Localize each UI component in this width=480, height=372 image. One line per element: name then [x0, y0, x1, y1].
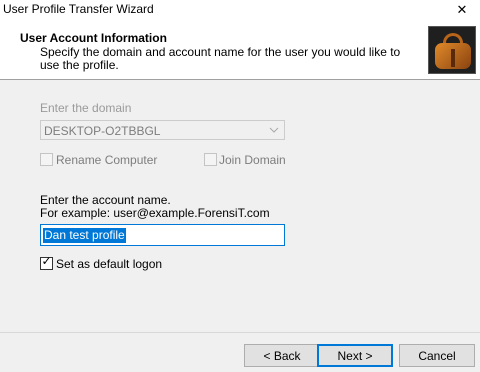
footer-divider — [0, 332, 480, 333]
account-example: For example: user@example.ForensiT.com — [40, 206, 270, 220]
account-label: Enter the account name. — [40, 193, 171, 207]
default-logon-checkbox[interactable]: ✓ — [40, 254, 53, 270]
cancel-button[interactable]: Cancel — [399, 344, 475, 367]
join-domain-checkbox[interactable] — [204, 153, 217, 166]
domain-label: Enter the domain — [40, 101, 132, 115]
rename-computer-label: Rename Computer — [56, 153, 158, 167]
wizard-header: User Account Information Specify the dom… — [0, 20, 480, 80]
page-title: User Account Information — [20, 31, 167, 45]
window-title: User Profile Transfer Wizard — [3, 2, 154, 16]
checkmark-icon: ✓ — [41, 254, 52, 268]
bag-strap — [451, 49, 455, 67]
default-logon-label: Set as default logon — [56, 257, 163, 271]
domain-select-value: DESKTOP-O2TBBGL — [44, 124, 161, 138]
close-icon[interactable]: ✕ — [444, 0, 480, 20]
page-description: Specify the domain and account name for … — [40, 45, 401, 72]
rename-computer-checkbox[interactable] — [40, 153, 53, 166]
title-bar: User Profile Transfer Wizard ✕ — [0, 0, 480, 20]
account-name-value: Dan test profile — [43, 228, 126, 243]
back-button[interactable]: < Back — [244, 344, 320, 367]
next-button[interactable]: Next > — [317, 344, 393, 367]
domain-select[interactable]: DESKTOP-O2TBBGL — [40, 120, 285, 140]
chevron-down-icon — [267, 123, 281, 137]
leather-bag-icon — [428, 26, 476, 74]
account-name-input[interactable]: Dan test profile — [40, 224, 285, 246]
join-domain-label: Join Domain — [219, 153, 286, 167]
